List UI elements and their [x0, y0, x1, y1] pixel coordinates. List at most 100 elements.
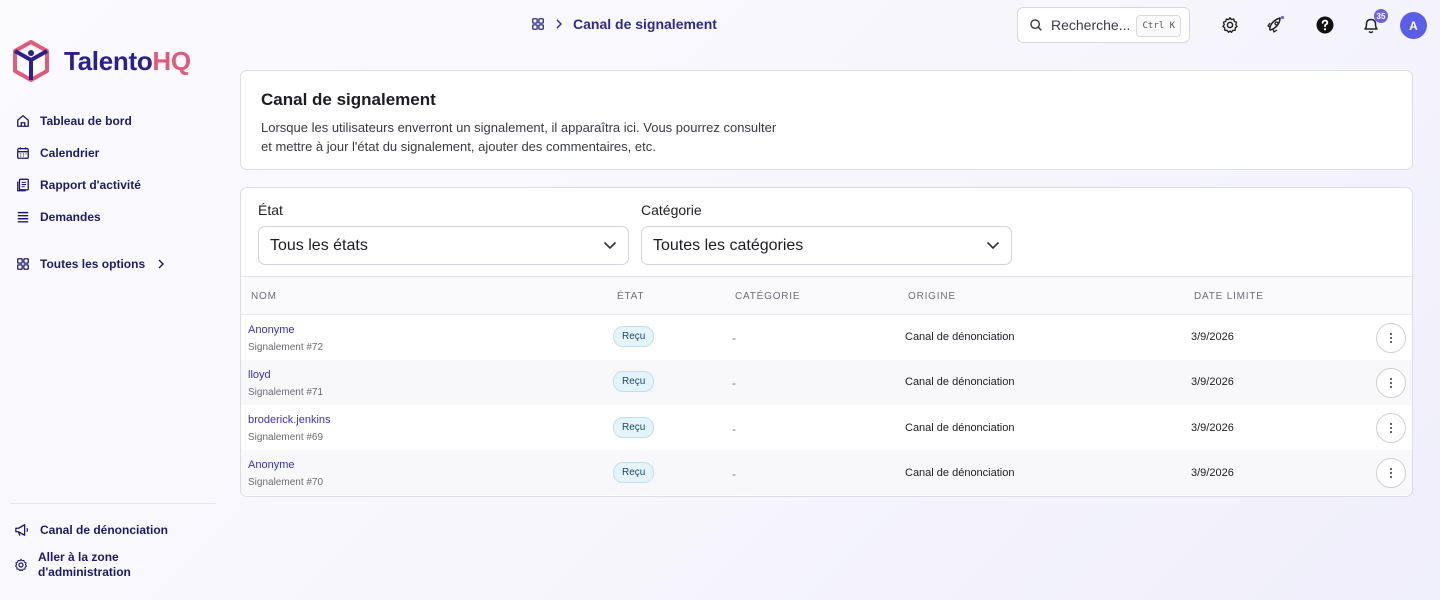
state-filter: État Tous les états: [258, 202, 629, 265]
gear-icon: [1221, 16, 1239, 34]
sidebar-item-all-options[interactable]: Toutes les options: [16, 255, 165, 273]
more-vertical-icon: [1389, 422, 1393, 434]
sidebar-item-activity-report[interactable]: Rapport d'activité: [16, 176, 165, 194]
category-cell: -: [732, 376, 736, 390]
category-select[interactable]: Toutes les catégories: [641, 226, 1012, 265]
report-number: Signalement #70: [248, 477, 324, 488]
sidebar-nav: Tableau de bord Calendrier Rapport d'act…: [16, 112, 165, 287]
sidebar-item-dashboard[interactable]: Tableau de bord: [16, 112, 165, 130]
search-icon: [1029, 18, 1043, 32]
notification-count-badge: 35: [1374, 9, 1388, 23]
sidebar-item-whistleblowing[interactable]: Canal de dénonciation: [14, 521, 168, 539]
sidebar-item-label: Calendrier: [40, 146, 100, 160]
sidebar-divider: [10, 503, 216, 504]
state-select-value: Tous les états: [270, 236, 368, 254]
sidebar-item-label: Aller à la zone d'administration: [38, 550, 131, 579]
origin-cell: Canal de dénonciation: [905, 376, 1015, 388]
category-filter-label: Catégorie: [641, 202, 702, 218]
state-filter-label: État: [258, 202, 283, 218]
deadline-cell: 3/9/2026: [1191, 376, 1234, 388]
settings-button[interactable]: [1219, 14, 1241, 36]
column-header-category[interactable]: CATÉGORIE: [735, 291, 800, 302]
sidebar-item-label: Toutes les options: [40, 257, 146, 271]
report-icon: [16, 178, 30, 192]
page-title: Canal de signalement: [261, 90, 436, 109]
status-badge: Reçu: [613, 462, 655, 483]
sidebar-item-requests[interactable]: Demandes: [16, 208, 165, 226]
reporter-cell: Anonyme Signalement #72: [248, 324, 323, 353]
more-vertical-icon: [1389, 467, 1393, 479]
deadline-cell: 3/9/2026: [1191, 422, 1234, 434]
status-badge: Reçu: [613, 326, 655, 347]
page-description: Lorsque les utilisateurs enverront un si…: [261, 120, 777, 154]
category-cell: -: [732, 467, 736, 481]
table-row[interactable]: Anonyme Signalement #72 Reçu - Canal de …: [241, 315, 1412, 360]
reporter-cell: broderick.jenkins Signalement #69: [248, 414, 331, 443]
reporter-name-link[interactable]: Anonyme: [248, 324, 323, 336]
sidebar-item-label: Demandes: [40, 210, 101, 224]
column-header-state[interactable]: ÉTAT: [617, 291, 644, 302]
chevron-right-icon: [157, 259, 165, 269]
table-row[interactable]: broderick.jenkins Signalement #69 Reçu -…: [241, 405, 1412, 450]
row-actions-button[interactable]: [1376, 368, 1406, 398]
reporter-cell: lloyd Signalement #71: [248, 369, 323, 398]
page-header-card: Canal de signalement Lorsque les utilisa…: [240, 70, 1413, 170]
logo-text: TalentoHQ: [64, 45, 191, 76]
deadline-cell: 3/9/2026: [1191, 467, 1234, 479]
chevron-down-icon: [603, 241, 617, 250]
reporter-cell: Anonyme Signalement #70: [248, 459, 323, 488]
megaphone-icon: [14, 523, 30, 537]
report-number: Signalement #69: [248, 432, 324, 443]
search-input[interactable]: Recherche... Ctrl K: [1017, 7, 1190, 43]
sidebar-item-admin-zone[interactable]: Aller à la zone d'administration: [14, 549, 168, 581]
table-row[interactable]: lloyd Signalement #71 Reçu - Canal de dé…: [241, 360, 1412, 405]
deadline-cell: 3/9/2026: [1191, 331, 1234, 343]
sidebar-item-label: Tableau de bord: [40, 114, 132, 128]
sidebar-bottom-nav: Canal de dénonciation Aller à la zone d'a…: [14, 521, 168, 591]
row-actions-button[interactable]: [1376, 323, 1406, 353]
rocket-icon: [1265, 15, 1285, 35]
row-actions-button[interactable]: [1376, 413, 1406, 443]
home-icon: [16, 114, 30, 128]
category-select-value: Toutes les catégories: [653, 236, 804, 254]
column-header-name[interactable]: NOM: [251, 291, 277, 302]
origin-cell: Canal de dénonciation: [905, 422, 1015, 434]
help-button[interactable]: [1314, 14, 1336, 36]
breadcrumb-current: Canal de signalement: [573, 16, 717, 32]
calendar-icon: [16, 146, 30, 160]
sidebar-item-label: Rapport d'activité: [40, 178, 141, 192]
report-number: Signalement #71: [248, 387, 324, 398]
logo-cube-icon: [12, 40, 50, 82]
more-vertical-icon: [1389, 377, 1393, 389]
more-vertical-icon: [1389, 332, 1393, 344]
column-header-origin[interactable]: ORIGINE: [908, 291, 956, 302]
gear-icon: [14, 558, 28, 572]
sidebar: TalentoHQ Tableau de bord Calendrier Rap…: [0, 0, 226, 600]
origin-cell: Canal de dénonciation: [905, 467, 1015, 479]
reporter-name-link[interactable]: Anonyme: [248, 459, 323, 471]
column-header-deadline[interactable]: DATE LIMITE: [1194, 291, 1264, 302]
state-select[interactable]: Tous les états: [258, 226, 629, 265]
chevron-down-icon: [986, 241, 1000, 250]
question-icon: [1316, 16, 1334, 34]
category-cell: -: [732, 331, 736, 345]
table-row[interactable]: Anonyme Signalement #70 Reçu - Canal de …: [241, 450, 1412, 495]
grid-icon: [16, 257, 30, 271]
reporter-name-link[interactable]: broderick.jenkins: [248, 414, 331, 426]
status-badge: Reçu: [613, 417, 655, 438]
search-placeholder: Recherche...: [1051, 17, 1131, 33]
rocket-button[interactable]: [1264, 14, 1286, 36]
origin-cell: Canal de dénonciation: [905, 331, 1015, 343]
row-actions-button[interactable]: [1376, 458, 1406, 488]
logo[interactable]: TalentoHQ: [12, 40, 191, 82]
list-icon: [16, 210, 30, 224]
reporter-name-link[interactable]: lloyd: [248, 369, 323, 381]
report-number: Signalement #72: [248, 342, 324, 353]
grid-icon[interactable]: [531, 17, 545, 31]
search-shortcut-hint: Ctrl K: [1136, 15, 1181, 37]
reports-table-card: État Tous les états Catégorie Toutes les…: [240, 187, 1413, 497]
category-cell: -: [732, 422, 736, 436]
breadcrumb: Canal de signalement: [531, 16, 717, 32]
sidebar-item-calendar[interactable]: Calendrier: [16, 144, 165, 162]
avatar[interactable]: A: [1400, 12, 1427, 39]
